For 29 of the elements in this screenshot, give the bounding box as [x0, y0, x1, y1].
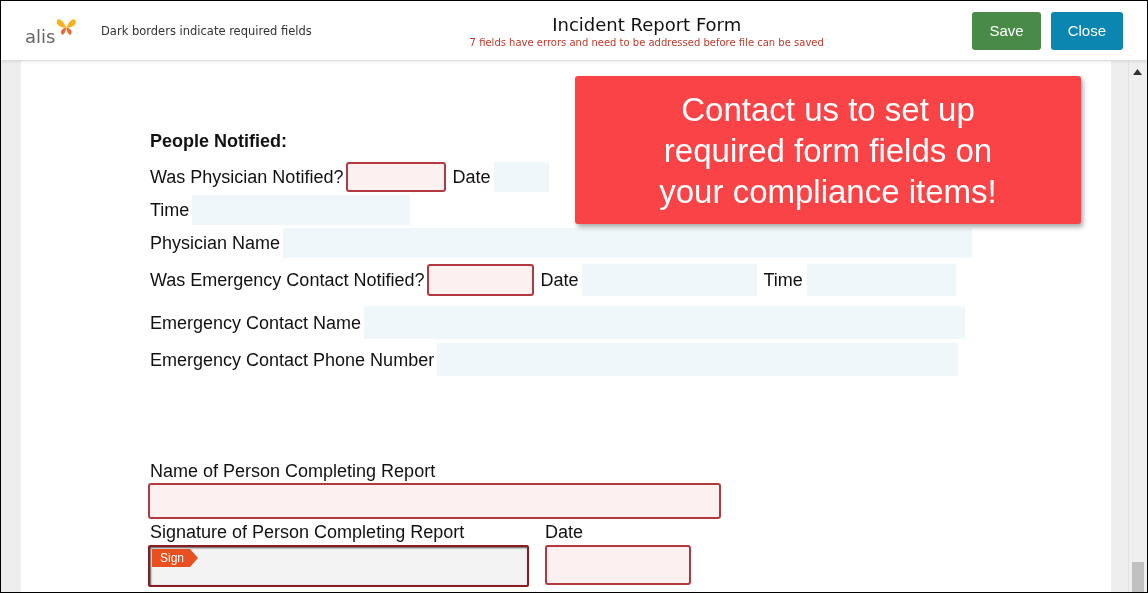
- logo-text: alis: [25, 27, 56, 46]
- field-label: Was Emergency Contact Notified?: [150, 271, 425, 289]
- section-title: People Notified:: [150, 131, 287, 153]
- field-label: Date: [540, 271, 579, 289]
- field-label: Emergency Contact Phone Number: [150, 350, 435, 369]
- field-label: Time: [763, 271, 803, 289]
- signature-field[interactable]: Sign: [148, 545, 529, 587]
- field-label: Date: [545, 523, 585, 544]
- input-field[interactable]: [148, 483, 721, 519]
- field-label: Date: [452, 168, 491, 186]
- input-field[interactable]: [545, 545, 691, 585]
- save-button[interactable]: Save: [972, 11, 1041, 50]
- input-field[interactable]: [346, 162, 447, 192]
- close-button[interactable]: Close: [1050, 11, 1123, 50]
- field-label: Name of Person Completing Report: [150, 462, 437, 483]
- sign-tag[interactable]: Sign: [152, 549, 199, 567]
- field-label: Was Physician Notified?: [150, 168, 344, 186]
- field-label: Signature of Person Completing Report: [150, 523, 466, 544]
- field-label: Physician Name: [150, 234, 281, 252]
- input-field[interactable]: [427, 264, 535, 296]
- callout-banner: Contact us to set up required form fields on your compliance items!: [575, 76, 1081, 224]
- hint-text: Dark borders indicate required fields: [101, 23, 313, 38]
- error-message: 7 fields have errors and need to be addressed before file can be saved: [469, 36, 824, 48]
- input-field[interactable]: [283, 228, 973, 258]
- scroll-up-icon[interactable]: [1133, 69, 1142, 75]
- field-label: Time: [150, 201, 190, 219]
- form-title: Incident Report Form: [552, 13, 742, 35]
- scrollbar-thumb[interactable]: [1132, 562, 1144, 592]
- field-label: Emergency Contact Name: [150, 313, 362, 332]
